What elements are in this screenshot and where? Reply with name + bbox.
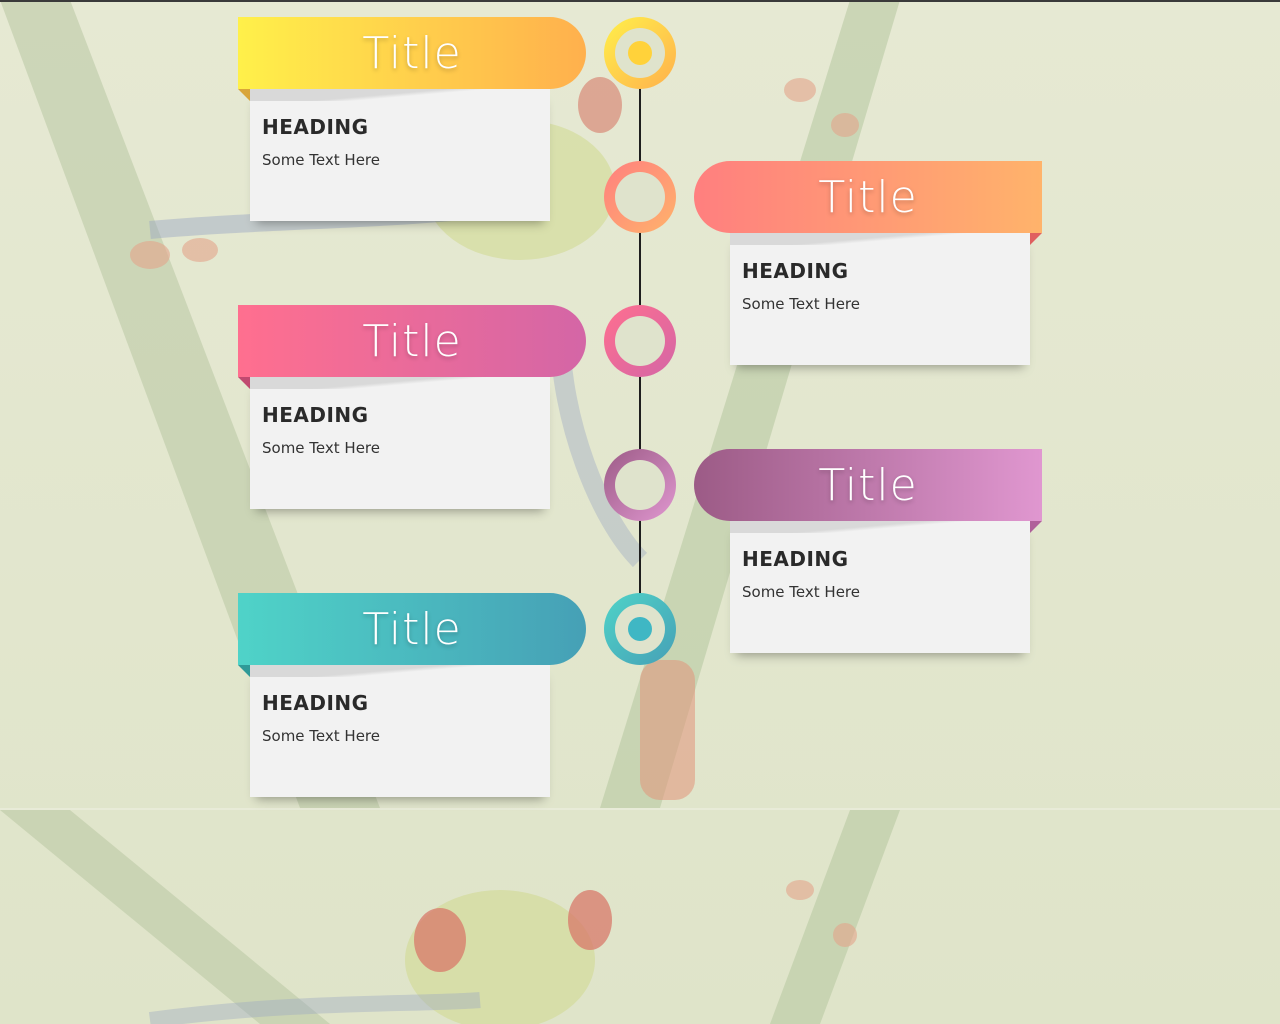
timeline-title-tab-2: Title [694, 161, 1042, 233]
tab-fold-corner [1030, 521, 1042, 533]
card-text: Some Text Here [742, 583, 860, 601]
card-shade [730, 233, 1030, 245]
title-label: Title [362, 603, 462, 655]
timeline-node-1 [604, 17, 676, 89]
card-text: Some Text Here [262, 727, 380, 745]
timeline-node-2 [604, 161, 676, 233]
timeline-title-tab-3: Title [238, 305, 586, 377]
title-label: Title [362, 27, 462, 79]
timeline-card-1: HEADING Some Text Here [250, 89, 550, 221]
timeline-card-5: HEADING Some Text Here [250, 665, 550, 797]
timeline-card-3: HEADING Some Text Here [250, 377, 550, 509]
tab-fold-corner [1030, 233, 1042, 245]
card-text: Some Text Here [262, 439, 380, 457]
node-ring-inner [615, 316, 665, 366]
card-heading: HEADING [742, 547, 849, 571]
title-label: Title [362, 315, 462, 367]
node-dot [628, 41, 652, 65]
timeline: Title HEADING Some Text Here Title HEADI… [0, 0, 1280, 1024]
tab-fold-corner [238, 377, 250, 389]
card-shade [250, 665, 550, 677]
timeline-title-tab-5: Title [238, 593, 586, 665]
title-label: Title [818, 459, 918, 511]
timeline-node-3 [604, 305, 676, 377]
card-shade [730, 521, 1030, 533]
node-ring-inner [615, 172, 665, 222]
card-heading: HEADING [262, 403, 369, 427]
title-label: Title [818, 171, 918, 223]
tab-fold-corner [238, 665, 250, 677]
node-dot [628, 617, 652, 641]
timeline-node-5 [604, 593, 676, 665]
timeline-card-2: HEADING Some Text Here [730, 233, 1030, 365]
card-text: Some Text Here [742, 295, 860, 313]
card-shade [250, 377, 550, 389]
timeline-node-4 [604, 449, 676, 521]
card-heading: HEADING [742, 259, 849, 283]
card-shade [250, 89, 550, 101]
timeline-card-4: HEADING Some Text Here [730, 521, 1030, 653]
timeline-title-tab-4: Title [694, 449, 1042, 521]
card-text: Some Text Here [262, 151, 380, 169]
timeline-title-tab-1: Title [238, 17, 586, 89]
node-ring-inner [615, 460, 665, 510]
card-heading: HEADING [262, 115, 369, 139]
card-heading: HEADING [262, 691, 369, 715]
tab-fold-corner [238, 89, 250, 101]
